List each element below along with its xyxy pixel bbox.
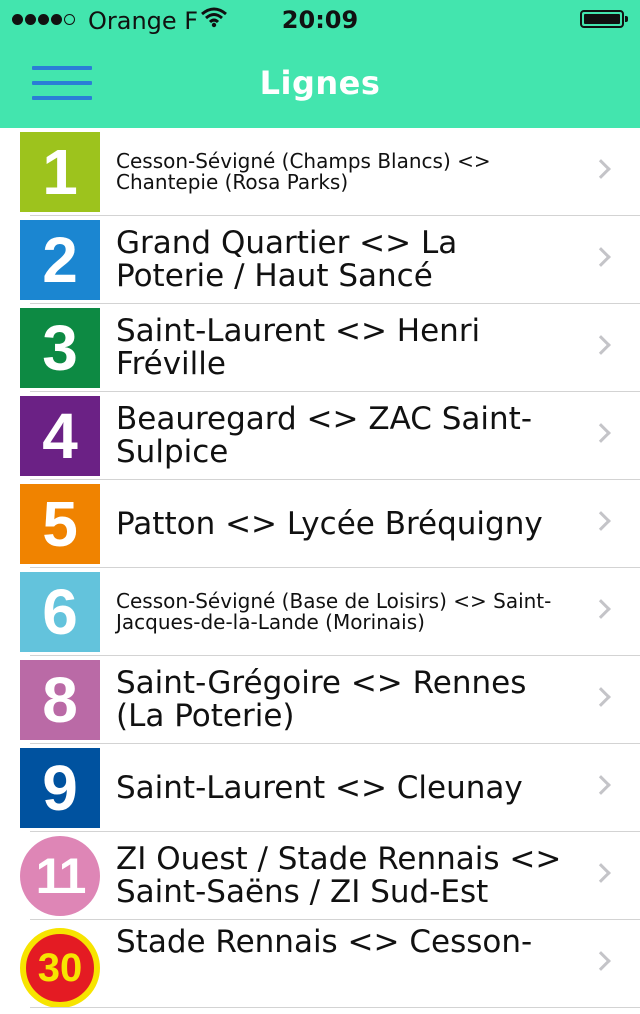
- line-badge: 5: [20, 484, 100, 564]
- line-row-5[interactable]: 5 Patton <> Lycée Bréquigny: [0, 480, 640, 568]
- line-row-2[interactable]: 2 Grand Quartier <> La Poterie / Haut Sa…: [0, 216, 640, 304]
- line-row-30[interactable]: 30 Stade Rennais <> Cesson-: [0, 920, 640, 1008]
- chevron-right-icon: [591, 599, 611, 619]
- lines-list: 1 Cesson-Sévigné (Champs Blancs) <> Chan…: [0, 128, 640, 1008]
- line-badge: 30: [20, 928, 100, 1008]
- line-label: Cesson-Sévigné (Base de Loisirs) <> Sain…: [116, 589, 552, 634]
- line-row-4[interactable]: 4 Beauregard <> ZAC Saint-Sulpice: [0, 392, 640, 480]
- line-label: Stade Rennais <> Cesson-: [116, 924, 533, 960]
- chevron-right-icon: [591, 511, 611, 531]
- battery-icon: [580, 10, 628, 28]
- line-row-9[interactable]: 9 Saint-Laurent <> Cleunay: [0, 744, 640, 832]
- line-label: Saint-Laurent <> Henri Fréville: [116, 313, 481, 382]
- line-badge: 3: [20, 308, 100, 388]
- line-badge: 2: [20, 220, 100, 300]
- line-row-1[interactable]: 1 Cesson-Sévigné (Champs Blancs) <> Chan…: [0, 128, 640, 216]
- line-row-11[interactable]: 11 ZI Ouest / Stade Rennais <> Saint-Saë…: [0, 832, 640, 920]
- chevron-right-icon: [591, 247, 611, 267]
- chevron-right-icon: [591, 951, 611, 971]
- line-badge: 8: [20, 660, 100, 740]
- chevron-right-icon: [591, 863, 611, 883]
- line-label: Grand Quartier <> La Poterie / Haut Sanc…: [116, 225, 458, 294]
- line-label: Saint-Grégoire <> Rennes (La Poterie): [116, 665, 527, 734]
- line-badge: 1: [20, 132, 100, 212]
- line-row-8[interactable]: 8 Saint-Grégoire <> Rennes (La Poterie): [0, 656, 640, 744]
- line-badge: 9: [20, 748, 100, 828]
- line-row-3[interactable]: 3 Saint-Laurent <> Henri Fréville: [0, 304, 640, 392]
- line-badge: 11: [20, 836, 100, 916]
- chevron-right-icon: [591, 335, 611, 355]
- line-row-6[interactable]: 6 Cesson-Sévigné (Base de Loisirs) <> Sa…: [0, 568, 640, 656]
- chevron-right-icon: [591, 423, 611, 443]
- status-bar: Orange F 20:09: [0, 0, 640, 40]
- chevron-right-icon: [591, 687, 611, 707]
- line-badge: 6: [20, 572, 100, 652]
- nav-bar: Orange F 20:09 Lignes: [0, 0, 640, 128]
- line-label: Cesson-Sévigné (Champs Blancs) <> Chante…: [116, 149, 491, 194]
- line-label: Patton <> Lycée Bréquigny: [116, 505, 543, 542]
- status-time: 20:09: [281, 6, 359, 34]
- line-label: Beauregard <> ZAC Saint-Sulpice: [116, 401, 533, 470]
- chevron-right-icon: [591, 775, 611, 795]
- page-title: Lignes: [259, 64, 381, 102]
- line-badge: 4: [20, 396, 100, 476]
- line-label: Saint-Laurent <> Cleunay: [116, 769, 523, 806]
- chevron-right-icon: [591, 159, 611, 179]
- line-label: ZI Ouest / Stade Rennais <> Saint-Saëns …: [116, 841, 562, 910]
